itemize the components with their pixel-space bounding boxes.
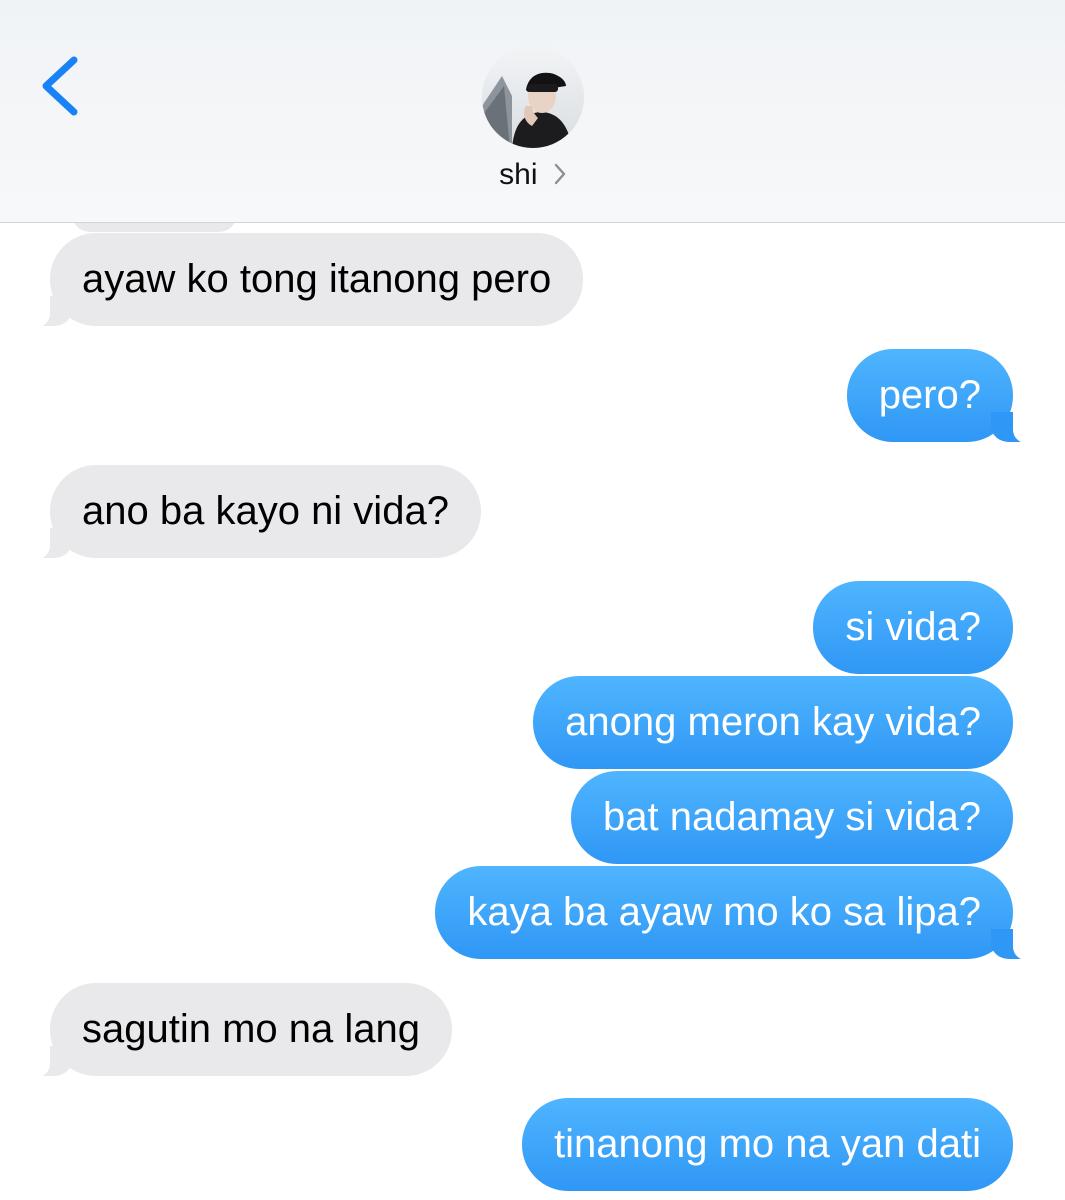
message-text: pero? [878, 373, 981, 417]
chevron-right-icon [554, 163, 566, 185]
sent-message-bubble[interactable]: tinanong mo na yan dati [522, 1098, 1013, 1191]
message-text: ayaw ko tong itanong pero [82, 257, 552, 301]
contact-avatar[interactable] [482, 46, 584, 148]
received-message-bubble[interactable]: sagutin mo na lang [19, 983, 453, 1078]
sent-message-bubble[interactable]: bat nadamay si vida? [570, 771, 1013, 864]
sent-message-bubble[interactable]: kaya ba ayaw mo ko sa lipa? [435, 866, 1043, 961]
received-message-bubble[interactable]: ayaw ko tong itanong pero [19, 233, 584, 328]
messages-screen: ayaw ko tong itanong pero pero? ano ba k… [0, 0, 1065, 1200]
message-text: ano ba kayo ni vida? [82, 489, 449, 533]
avatar-photo [482, 46, 584, 148]
message-text: si vida? [845, 605, 981, 649]
conversation-header: shi [0, 0, 1065, 223]
contact-name: shi [499, 158, 538, 191]
message-text: anong meron kay vida? [565, 700, 981, 744]
message-text: bat nadamay si vida? [602, 795, 981, 839]
chevron-left-icon [42, 56, 78, 116]
received-message-bubble[interactable]: ano ba kayo ni vida? [20, 465, 481, 560]
back-button[interactable] [30, 50, 90, 120]
sent-message-bubble[interactable]: si vida? [813, 581, 1013, 674]
message-text: kaya ba ayaw mo ko sa lipa? [467, 890, 981, 934]
sent-message-bubble[interactable]: anong meron kay vida? [533, 676, 1013, 769]
message-text: tinanong mo na yan dati [554, 1122, 981, 1166]
message-text: sagutin mo na lang [82, 1007, 421, 1051]
contact-name-button[interactable]: shi [0, 158, 1065, 192]
sent-message-bubble[interactable]: pero? [846, 349, 1044, 444]
